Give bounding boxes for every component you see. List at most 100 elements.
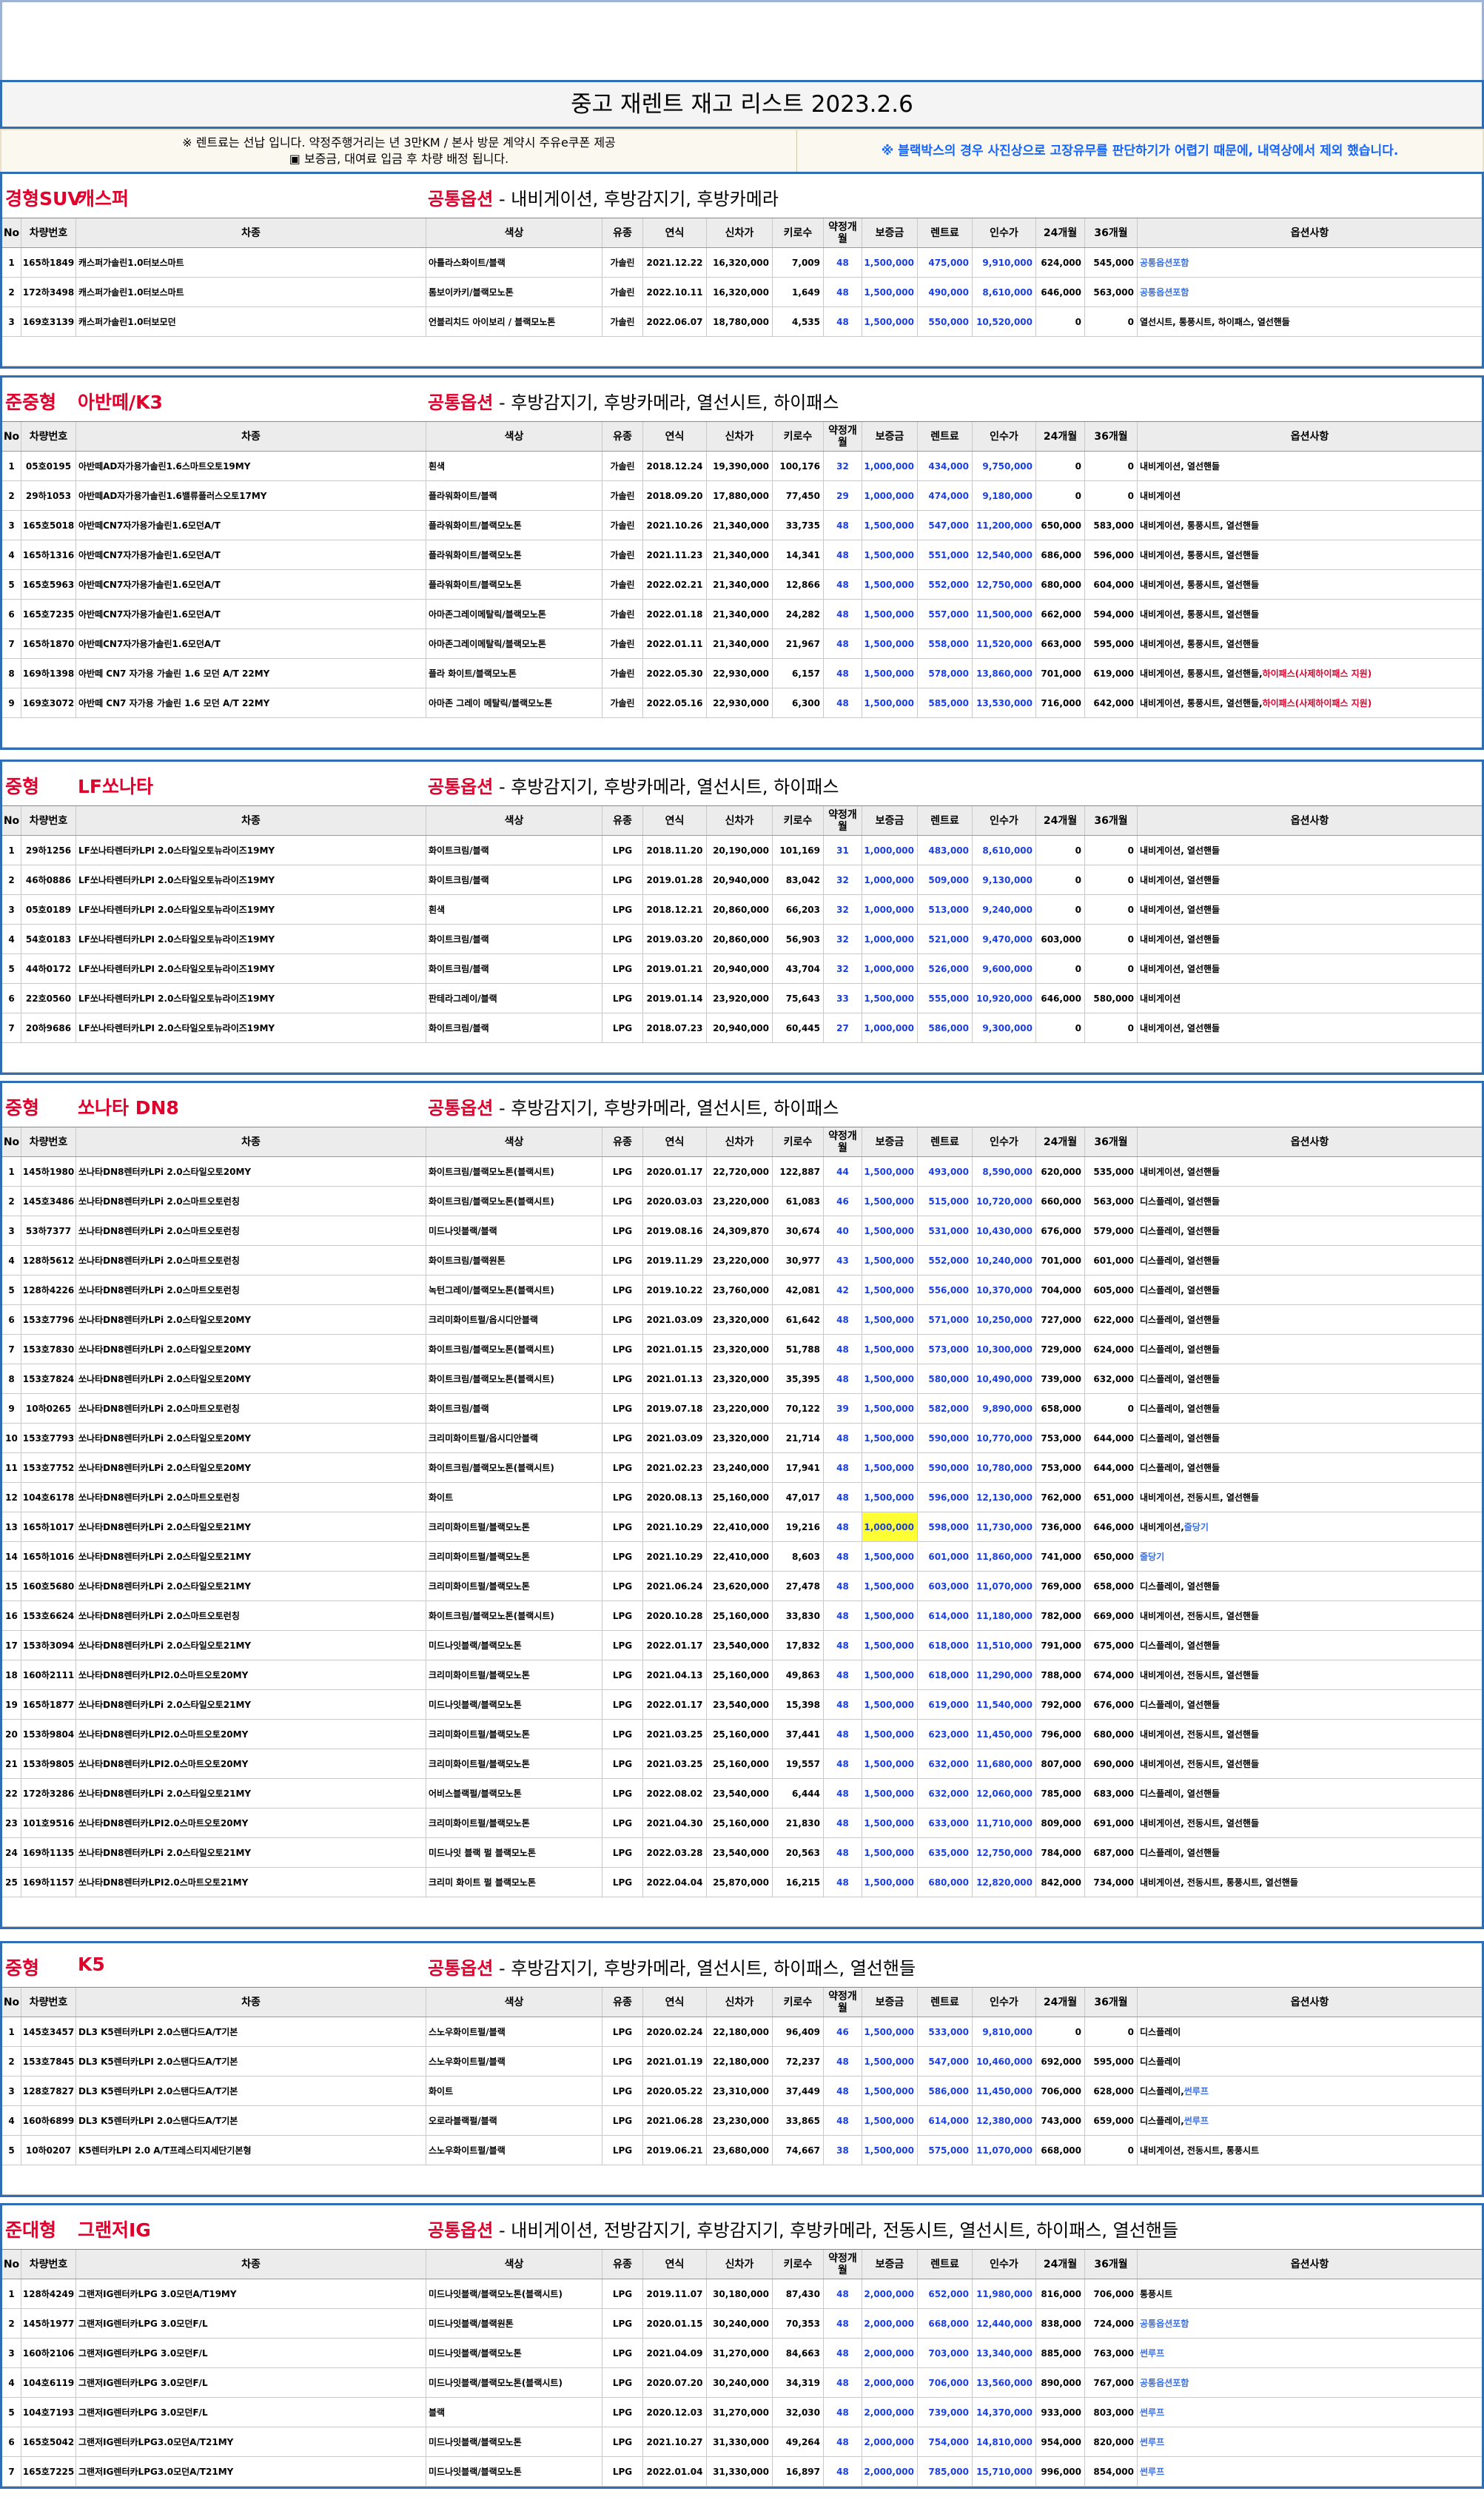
- header-deposit: 보증금: [862, 218, 918, 247]
- table-row: 11 153호7752 쏘나타DN8렌터카LPi 2.0스타일오토20MY 화이트크림…: [2, 1453, 1482, 1483]
- cell-price-36m: 644,000: [1085, 1424, 1138, 1452]
- table-row: 2 46하0886 LF쏘나타렌터카LPI 2.0스타일오토뉴라이즈19MY 화이트크…: [2, 865, 1482, 895]
- cell-deposit: 1,500,000: [862, 278, 918, 306]
- cell-no: 1: [2, 452, 21, 480]
- notice-bar: ※ 렌트료는 선납 입니다. 약정주행거리는 년 3만KM / 본사 방문 계약…: [0, 129, 1484, 174]
- cell-deposit: 2,000,000: [862, 2309, 918, 2338]
- header-fuel: 유종: [602, 2250, 643, 2279]
- cell-rent: 555,000: [918, 984, 973, 1013]
- cell-price-36m: 691,000: [1085, 1809, 1138, 1837]
- top-blank-area: [0, 0, 1484, 80]
- cell-model: 그랜저IG렌터카LPG 3.0모던F/L: [76, 2398, 426, 2427]
- cell-price-36m: 535,000: [1085, 1157, 1138, 1186]
- cell-term: 48: [824, 629, 862, 658]
- cell-mileage: 32,030: [773, 2398, 824, 2427]
- cell-fuel: 가솔린: [602, 307, 643, 336]
- cell-new-price: 16,320,000: [707, 248, 773, 277]
- cell-year: 2021.04.09: [643, 2339, 707, 2367]
- cell-model: 쏘나타DN8렌터카LPi 2.0스타일오토21MY: [76, 1690, 426, 1719]
- cell-options: 내비게이션, 열선핸들: [1140, 1167, 1221, 1177]
- cell-options: 공통옵션포함: [1140, 287, 1189, 298]
- header-color: 색상: [426, 1988, 602, 2017]
- column-header-row: No 차량번호 차종 색상 유종 연식 신차가 키로수 약정개월 보증금 렌트료 인수가 24개월 36개…: [2, 1988, 1482, 2017]
- cell-mileage: 77,450: [773, 481, 824, 510]
- cell-term: 48: [824, 1779, 862, 1808]
- cell-buyout: 11,540,000: [973, 1690, 1036, 1719]
- cell-new-price: 23,220,000: [707, 1246, 773, 1275]
- cell-plate: 128하4226: [21, 1276, 76, 1304]
- table-row: 7 153호7830 쏘나타DN8렌터카LPi 2.0스타일오토20MY 화이트크림/…: [2, 1335, 1482, 1364]
- cell-price-24m: 842,000: [1036, 1868, 1085, 1897]
- cell-color: 크리미 화이트 펄 블랙모노톤: [426, 1868, 602, 1897]
- cell-deposit: 1,000,000: [862, 925, 918, 953]
- cell-plate: 05호0195: [21, 452, 76, 480]
- cell-color: 화이트크림/블랙모노톤(블랙시트): [426, 1601, 602, 1630]
- header-term: 약정개월: [824, 1127, 862, 1156]
- cell-year: 2019.10.22: [643, 1276, 707, 1304]
- cell-price-36m: 583,000: [1085, 511, 1138, 540]
- cell-new-price: 22,180,000: [707, 2017, 773, 2046]
- cell-buyout: 11,860,000: [973, 1542, 1036, 1571]
- cell-deposit: 1,500,000: [862, 1542, 918, 1571]
- cell-deposit: 1,500,000: [862, 1690, 918, 1719]
- header-term: 약정개월: [824, 1988, 862, 2017]
- header-no: No: [2, 218, 21, 247]
- cell-mileage: 51,788: [773, 1335, 824, 1364]
- column-header-row: No 차량번호 차종 색상 유종 연식 신차가 키로수 약정개월 보증금 렌트료 인수가 24개월 36개…: [2, 2250, 1482, 2279]
- cell-model: 아반떼AD자가용가솔린1.6밸류플러스오토17MY: [76, 481, 426, 510]
- cell-plate: 153호7796: [21, 1305, 76, 1334]
- cell-price-24m: 701,000: [1036, 1246, 1085, 1275]
- cell-model: 아반떼AD자가용가솔린1.6스마트오토19MY: [76, 452, 426, 480]
- cell-price-36m: 675,000: [1085, 1631, 1138, 1660]
- table-row: 5 44하0172 LF쏘나타렌터카LPI 2.0스타일오토뉴라이즈19MY 화이트크…: [2, 954, 1482, 984]
- header-term: 약정개월: [824, 422, 862, 451]
- cell-price-36m: 595,000: [1085, 2047, 1138, 2076]
- cell-term: 32: [824, 452, 862, 480]
- cell-new-price: 22,410,000: [707, 1542, 773, 1571]
- cell-buyout: 9,810,000: [973, 2017, 1036, 2046]
- cell-price-24m: 620,000: [1036, 1157, 1085, 1186]
- cell-price-36m: 594,000: [1085, 600, 1138, 628]
- cell-rent: 434,000: [918, 452, 973, 480]
- cell-deposit: 1,500,000: [862, 1483, 918, 1512]
- cell-mileage: 100,176: [773, 452, 824, 480]
- cell-rent: 623,000: [918, 1720, 973, 1749]
- cell-fuel: LPG: [602, 1868, 643, 1897]
- cell-price-36m: 628,000: [1085, 2076, 1138, 2105]
- cell-term: 40: [824, 1216, 862, 1245]
- cell-no: 5: [2, 954, 21, 983]
- cell-year: 2021.10.26: [643, 511, 707, 540]
- cell-price-36m: 0: [1085, 1013, 1138, 1042]
- header-rent: 렌트료: [918, 2250, 973, 2279]
- cell-model: 쏘나타DN8렌터카LPi 2.0스마트오토런칭: [76, 1187, 426, 1216]
- cell-year: 2019.01.28: [643, 865, 707, 894]
- cell-year: 2020.10.28: [643, 1601, 707, 1630]
- cell-rent: 739,000: [918, 2398, 973, 2427]
- cell-model: LF쏘나타렌터카LPI 2.0스타일오토뉴라이즈19MY: [76, 865, 426, 894]
- cell-no: 20: [2, 1720, 21, 1749]
- cell-mileage: 30,977: [773, 1246, 824, 1275]
- cell-year: 2020.03.03: [643, 1187, 707, 1216]
- cell-price-24m: 686,000: [1036, 540, 1085, 569]
- cell-mileage: 21,830: [773, 1809, 824, 1837]
- cell-model: 쏘나타DN8렌터카LPi 2.0스마트오토런칭: [76, 1601, 426, 1630]
- cell-fuel: LPG: [602, 1542, 643, 1571]
- cell-new-price: 20,190,000: [707, 836, 773, 865]
- cell-mileage: 72,237: [773, 2047, 824, 2076]
- cell-options: 디스플레이: [1140, 2057, 1181, 2067]
- header-buyout: 인수가: [973, 806, 1036, 835]
- cell-mileage: 17,832: [773, 1631, 824, 1660]
- cell-no: 16: [2, 1601, 21, 1630]
- header-deposit: 보증금: [862, 1127, 918, 1156]
- cell-buyout: 9,890,000: [973, 1394, 1036, 1423]
- section-common-options: 공통옵션 - 후방감지기, 후방카메라, 열선시트, 하이패스: [428, 772, 839, 798]
- cell-plate: 145호3486: [21, 1187, 76, 1216]
- cell-term: 43: [824, 1246, 862, 1275]
- cell-plate: 44하0172: [21, 954, 76, 983]
- cell-buyout: 11,510,000: [973, 1631, 1036, 1660]
- cell-year: 2022.04.04: [643, 1868, 707, 1897]
- header-year: 연식: [643, 422, 707, 451]
- cell-plate: 145하1977: [21, 2309, 76, 2338]
- cell-no: 5: [2, 2136, 21, 2165]
- cell-price-24m: 668,000: [1036, 2136, 1085, 2165]
